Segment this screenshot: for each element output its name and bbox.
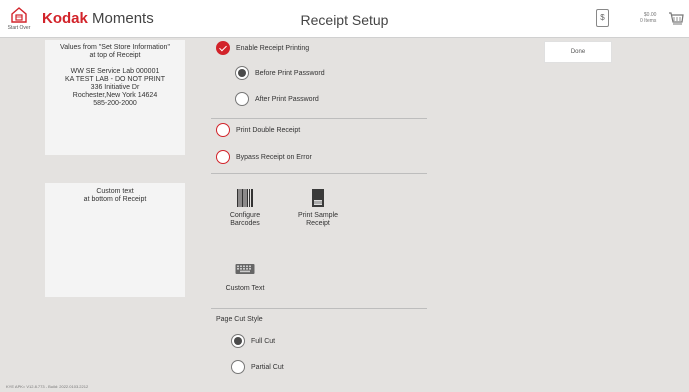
checkbox-empty-icon [216, 150, 230, 164]
done-button[interactable]: Done [544, 41, 612, 63]
radio-selected-icon [231, 334, 245, 348]
custom-text-heading-2: at bottom of Receipt [83, 196, 147, 203]
radio-empty-icon [235, 92, 249, 106]
checkmark-icon [216, 41, 230, 55]
cart-summary[interactable]: $0.00 0 Items [640, 12, 656, 24]
before-print-password-label: Before Print Password [255, 69, 325, 77]
print-double-receipt-checkbox[interactable]: Print Double Receipt [216, 123, 300, 137]
custom-text-panel: Custom text at bottom of Receipt [45, 183, 185, 297]
address-line: KA TEST LAB - DO NOT PRINT [65, 76, 165, 83]
partial-cut-radio[interactable]: Partial Cut [231, 360, 284, 374]
configure-barcodes-label-2: Barcodes [230, 220, 260, 227]
print-double-receipt-label: Print Double Receipt [236, 126, 301, 134]
page-cut-style-label: Page Cut Style [216, 316, 263, 323]
divider [211, 308, 427, 309]
top-bar: Start Over Kodak Moments Receipt Setup $… [0, 0, 689, 38]
checkbox-empty-icon [216, 123, 230, 137]
barcode-icon [237, 189, 253, 207]
configure-barcodes-label-1: Configure [229, 212, 261, 219]
after-print-password-label: After Print Password [255, 95, 319, 103]
sample-receipt-icon [312, 189, 324, 207]
enable-receipt-printing-label: Enable Receipt Printing [236, 44, 310, 52]
divider [211, 173, 427, 174]
partial-cut-label: Partial Cut [251, 363, 284, 371]
build-info: KYE APK= V12.8.773 - Build: 2022.0103.22… [6, 384, 89, 389]
cart-icon[interactable] [668, 10, 684, 28]
configure-barcodes-button[interactable]: Configure Barcodes [220, 188, 270, 228]
store-info-heading-2: at top of Receipt [89, 52, 141, 59]
print-sample-receipt-label-2: Receipt [306, 220, 330, 227]
custom-text-heading-1: Custom text [96, 188, 134, 195]
enable-receipt-printing-checkbox[interactable]: Enable Receipt Printing [216, 41, 309, 55]
before-print-password-radio[interactable]: Before Print Password [235, 66, 325, 80]
store-info-panel: Values from "Set Store Information" at t… [45, 40, 185, 155]
radio-empty-icon [231, 360, 245, 374]
page-title: Receipt Setup [300, 12, 389, 28]
cart-items: 0 Items [640, 18, 657, 24]
full-cut-label: Full Cut [251, 337, 276, 345]
keyboard-icon [235, 264, 255, 274]
address-line: Rochester,New York 14624 [72, 92, 158, 99]
custom-text-label: Custom Text [225, 285, 265, 292]
custom-text-button[interactable]: Custom Text [220, 262, 270, 293]
bypass-receipt-on-error-checkbox[interactable]: Bypass Receipt on Error [216, 150, 312, 164]
print-sample-receipt-label-1: Print Sample [297, 212, 339, 219]
dollar-icon[interactable]: $ [596, 9, 609, 27]
full-cut-radio[interactable]: Full Cut [231, 334, 275, 348]
bypass-receipt-on-error-label: Bypass Receipt on Error [236, 153, 312, 161]
address-line: 336 Initiative Dr [90, 84, 140, 91]
radio-selected-icon [235, 66, 249, 80]
after-print-password-radio[interactable]: After Print Password [235, 92, 319, 106]
address-line: 585-200-2000 [93, 100, 137, 107]
address-line: WW SE Service Lab 000001 [70, 68, 160, 75]
store-info-heading-1: Values from "Set Store Information" [60, 44, 170, 51]
print-sample-receipt-button[interactable]: Print Sample Receipt [290, 188, 346, 228]
divider [211, 118, 427, 119]
